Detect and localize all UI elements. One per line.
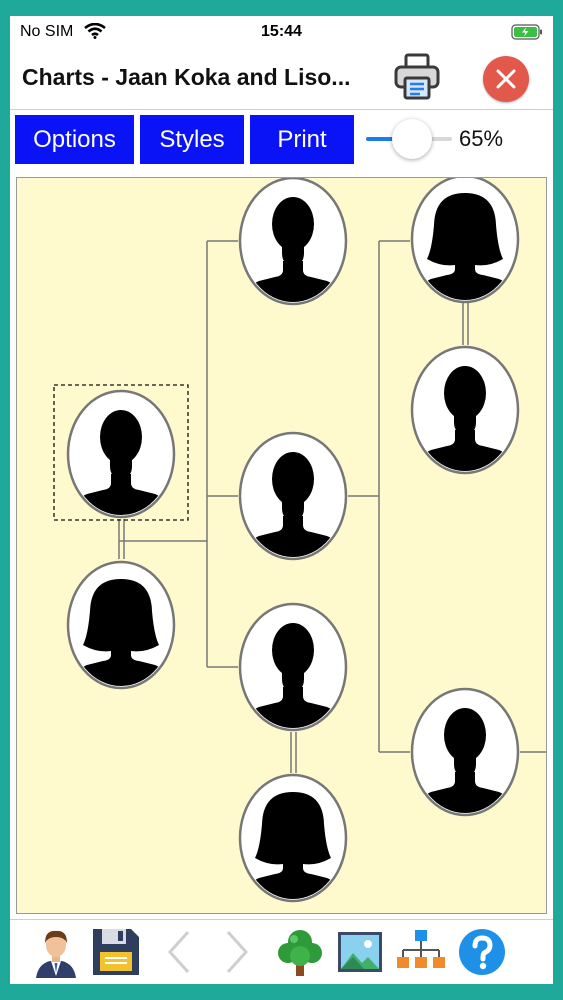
family-tree-chart[interactable]	[16, 177, 547, 914]
help-icon[interactable]	[456, 926, 508, 978]
battery-charging-icon	[511, 24, 543, 45]
person-node-grandchild-1-spouse[interactable]	[410, 345, 520, 476]
status-bar: No SIM 15:44	[10, 16, 553, 46]
options-button[interactable]: Options	[15, 115, 134, 164]
close-button[interactable]	[483, 56, 529, 102]
back-arrow-icon[interactable]	[154, 926, 206, 978]
person-node-root-male[interactable]	[66, 389, 176, 520]
person-node-grandchild-1[interactable]	[410, 178, 520, 305]
styles-button[interactable]: Styles	[140, 115, 244, 164]
hierarchy-icon[interactable]	[395, 926, 447, 978]
person-profile-icon[interactable]	[30, 926, 82, 978]
person-node-child-2[interactable]	[238, 431, 348, 562]
clock-time: 15:44	[261, 23, 302, 40]
save-floppy-icon[interactable]	[90, 926, 142, 978]
chart-toolbar: Options Styles Print 65%	[10, 115, 553, 167]
bottom-toolbar	[10, 919, 553, 984]
picture-icon[interactable]	[334, 926, 386, 978]
navigation-header: Charts - Jaan Koka and Liso...	[10, 46, 553, 110]
forward-arrow-icon[interactable]	[210, 926, 262, 978]
person-node-child-1[interactable]	[238, 178, 348, 307]
tree-icon[interactable]	[274, 926, 326, 978]
close-icon	[496, 69, 516, 89]
family-tree-canvas	[53, 178, 546, 904]
person-node-grandchild-2[interactable]	[410, 687, 520, 818]
zoom-level-label: 65%	[459, 126, 504, 151]
zoom-slider-thumb[interactable]	[392, 119, 432, 159]
page-title: Charts - Jaan Koka and Liso...	[22, 64, 351, 90]
print-button[interactable]: Print	[250, 115, 354, 164]
printer-icon[interactable]	[392, 52, 442, 107]
zoom-slider[interactable]	[366, 117, 456, 161]
person-node-spouse-female[interactable]	[66, 560, 176, 691]
person-node-child-3[interactable]	[238, 602, 348, 733]
app-screen: No SIM 15:44 Charts - Jaan Koka and Liso…	[10, 16, 553, 984]
person-node-child-3-spouse[interactable]	[238, 773, 348, 904]
